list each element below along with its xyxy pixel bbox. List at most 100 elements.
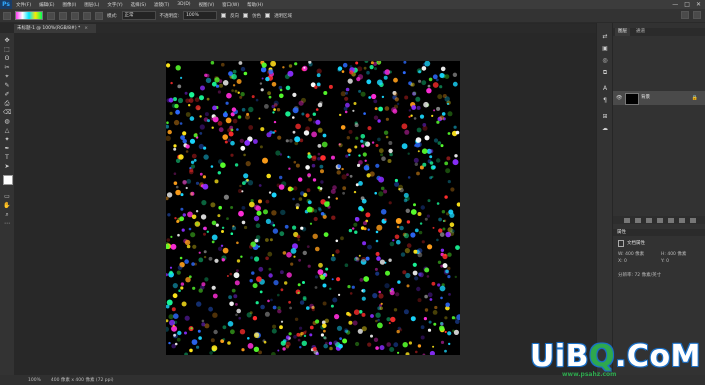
particle-dot	[169, 111, 173, 115]
menu-window[interactable]: 窗口(W)	[218, 2, 243, 8]
particle-dot	[278, 184, 285, 190]
transparency-checkbox[interactable]	[265, 13, 271, 18]
gradient-tool-icon[interactable]: ◍	[3, 118, 11, 125]
particle-dot	[271, 192, 277, 198]
particle-dot	[377, 137, 381, 142]
reverse-checkbox[interactable]	[221, 13, 227, 18]
pen-tool-icon[interactable]: ✒	[3, 145, 11, 152]
tab-channels[interactable]: 通道	[633, 28, 648, 36]
delete-layer-icon[interactable]	[689, 217, 696, 223]
more-tools-icon[interactable]: ⋯	[3, 220, 11, 227]
foreground-color-swatch[interactable]	[3, 175, 13, 185]
maximize-button[interactable]: □	[684, 0, 690, 9]
lasso-tool-icon[interactable]: ʘ	[3, 55, 11, 62]
swatches-panel-icon[interactable]: ⊞	[601, 113, 609, 120]
clone-stamp-tool-icon[interactable]: ⎙	[3, 100, 11, 107]
link-layers-icon[interactable]	[623, 217, 630, 223]
layer-mask-icon[interactable]	[645, 217, 652, 223]
particle-dot	[361, 257, 367, 262]
workspace-icon[interactable]	[693, 11, 701, 19]
close-tab-icon[interactable]: ×	[84, 26, 88, 31]
particle-dot	[403, 61, 407, 64]
cloud-documents-icon[interactable]: ☁	[601, 125, 609, 132]
minimize-button[interactable]: —	[672, 0, 678, 9]
reverse-label: 反向	[230, 13, 240, 19]
particle-dot	[201, 200, 207, 206]
menu-file[interactable]: 文件(F)	[12, 2, 35, 8]
properties-panel-icon[interactable]: ▣	[601, 45, 609, 52]
healing-brush-tool-icon[interactable]: ✎	[3, 82, 11, 89]
new-layer-icon[interactable]	[678, 217, 685, 223]
dodge-tool-icon[interactable]: ✦	[3, 136, 11, 143]
menu-layer[interactable]: 图层(L)	[80, 2, 103, 8]
particle-dot	[302, 297, 307, 301]
history-panel-icon[interactable]: ⇄	[601, 33, 609, 40]
adjustments-panel-icon[interactable]: ◎	[601, 57, 609, 64]
particle-dot	[423, 317, 427, 321]
linear-gradient-icon[interactable]	[47, 11, 55, 20]
height-field[interactable]: H: 400 像素	[661, 252, 686, 258]
eraser-tool-icon[interactable]: ⌫	[3, 109, 11, 116]
adjustment-layer-icon[interactable]	[656, 217, 663, 223]
marquee-tool-icon[interactable]: ⬚	[3, 46, 11, 53]
menu-select[interactable]: 选择(S)	[127, 2, 150, 8]
particle-dot	[292, 130, 296, 134]
crop-tool-icon[interactable]: ✂	[3, 64, 11, 71]
menu-3d[interactable]: 3D(D)	[173, 2, 194, 7]
tab-layers[interactable]: 图层	[615, 28, 630, 36]
particle-dot	[282, 347, 286, 351]
particle-dot	[347, 148, 352, 153]
particle-dot	[305, 165, 310, 170]
quick-mask-icon[interactable]: ▭	[3, 193, 11, 200]
close-button[interactable]: ✕	[696, 0, 701, 9]
watermark-part-2: .CoM	[615, 339, 701, 374]
menu-type[interactable]: 文字(Y)	[103, 2, 126, 8]
search-icon[interactable]	[681, 11, 689, 19]
particle-dot	[436, 120, 440, 124]
menu-image[interactable]: 图像(I)	[58, 2, 80, 8]
character-panel-icon[interactable]: A	[601, 85, 609, 92]
particle-dot	[433, 322, 437, 326]
zoom-tool-icon[interactable]: ⌕	[3, 211, 11, 218]
gradient-tool-icon[interactable]	[3, 11, 11, 20]
group-icon[interactable]	[667, 217, 674, 223]
layer-row-background[interactable]: 👁 背景 🔒	[613, 91, 705, 105]
particle-dot	[236, 269, 239, 272]
gradient-preview-swatch[interactable]	[15, 11, 43, 20]
particle-dot	[444, 96, 450, 102]
eye-icon[interactable]: 👁	[616, 95, 622, 101]
mode-label: 模式:	[107, 13, 118, 19]
menu-help[interactable]: 帮助(H)	[243, 2, 267, 8]
layer-style-icon[interactable]	[634, 217, 641, 223]
lock-icon[interactable]: 🔒	[692, 91, 698, 105]
type-tool-icon[interactable]: T	[3, 154, 11, 161]
diamond-gradient-icon[interactable]	[95, 11, 103, 20]
menu-view[interactable]: 视图(V)	[195, 2, 219, 8]
particle-dot	[378, 290, 381, 294]
opacity-input[interactable]: 100%	[183, 11, 218, 20]
angle-gradient-icon[interactable]	[71, 11, 79, 20]
blur-tool-icon[interactable]: △	[3, 127, 11, 134]
path-selection-tool-icon[interactable]: ➤	[3, 163, 11, 170]
move-tool-icon[interactable]: ✥	[3, 37, 11, 44]
x-field[interactable]: X: 0	[618, 259, 627, 265]
radial-gradient-icon[interactable]	[59, 11, 67, 20]
menu-filter[interactable]: 滤镜(T)	[150, 2, 173, 8]
width-field[interactable]: W: 400 像素	[618, 252, 644, 258]
libraries-panel-icon[interactable]: ⧉	[601, 69, 609, 76]
y-field[interactable]: Y: 0	[661, 259, 669, 265]
document-info[interactable]: 400 像素 x 400 像素 (72 ppi)	[51, 377, 114, 383]
eyedropper-tool-icon[interactable]: ⌖	[3, 73, 11, 80]
particle-dot	[252, 316, 258, 321]
document-tab[interactable]: 未标题-1 @ 100%(RGB/8#) * ×	[14, 24, 97, 33]
reflected-gradient-icon[interactable]	[83, 11, 91, 20]
document-canvas[interactable]	[166, 61, 460, 355]
dither-checkbox[interactable]	[243, 13, 249, 18]
hand-tool-icon[interactable]: ✋	[3, 202, 11, 209]
brush-tool-icon[interactable]: ✐	[3, 91, 11, 98]
mode-select[interactable]: 正常	[121, 11, 156, 20]
zoom-level[interactable]: 100%	[28, 378, 41, 383]
particle-dot	[387, 159, 392, 163]
paragraph-panel-icon[interactable]: ¶	[601, 97, 609, 104]
menu-edit[interactable]: 编辑(E)	[35, 2, 58, 8]
